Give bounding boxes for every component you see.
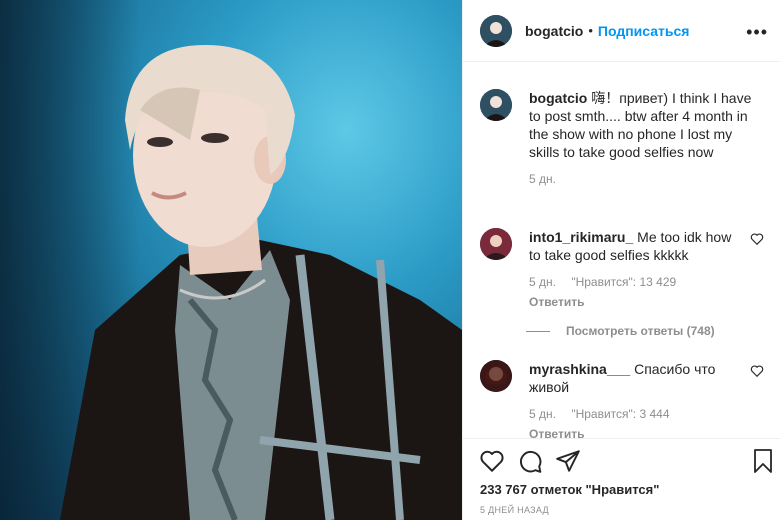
comment-item: into1_rikimaru_ Me too idk how to take g… bbox=[480, 228, 770, 311]
comment-icon[interactable] bbox=[517, 448, 543, 474]
post-side-panel: bogatcio • Подписаться ••• bogatcio 嗨！пр… bbox=[463, 0, 780, 520]
comments-list[interactable]: bogatcio 嗨！привет) I think I have to pos… bbox=[463, 62, 780, 438]
comment-item: myrashkina___ Спасибо что живой 5 дн. "Н… bbox=[480, 360, 770, 438]
avatar[interactable] bbox=[480, 14, 512, 47]
reply-button[interactable]: Ответить bbox=[529, 425, 735, 438]
heart-icon[interactable] bbox=[750, 364, 764, 378]
likes-count[interactable]: 233 767 отметок "Нравится" bbox=[480, 482, 659, 497]
header-username[interactable]: bogatcio bbox=[525, 23, 583, 39]
view-replies-label: Посмотреть ответы (748) bbox=[566, 324, 715, 338]
avatar[interactable] bbox=[480, 89, 512, 121]
portrait-illustration bbox=[60, 45, 462, 520]
comment-username[interactable]: myrashkina___ bbox=[529, 361, 630, 377]
post-header: bogatcio • Подписаться ••• bbox=[463, 0, 780, 62]
like-heart-icon[interactable] bbox=[479, 448, 505, 474]
avatar[interactable] bbox=[480, 228, 512, 260]
caption: bogatcio 嗨！привет) I think I have to pos… bbox=[480, 89, 770, 188]
comment-time[interactable]: 5 дн. bbox=[529, 407, 556, 421]
separator-dot: • bbox=[588, 23, 593, 38]
replies-line bbox=[526, 330, 550, 332]
reply-button[interactable]: Ответить bbox=[529, 293, 735, 311]
avatar[interactable] bbox=[480, 360, 512, 392]
bookmark-icon[interactable] bbox=[751, 448, 775, 474]
post-photo[interactable] bbox=[0, 0, 462, 520]
caption-time[interactable]: 5 дн. bbox=[529, 170, 765, 188]
follow-button[interactable]: Подписаться bbox=[598, 23, 690, 39]
comment-meta: 5 дн. "Нравится": 13 429 bbox=[529, 273, 735, 291]
comment-username[interactable]: into1_rikimaru_ bbox=[529, 229, 633, 245]
comment-meta: 5 дн. "Нравится": 3 444 bbox=[529, 405, 735, 423]
instagram-post: bogatcio • Подписаться ••• bogatcio 嗨！пр… bbox=[0, 0, 780, 520]
caption-username[interactable]: bogatcio bbox=[529, 90, 587, 106]
heart-icon[interactable] bbox=[750, 232, 764, 246]
comment-likes[interactable]: "Нравится": 13 429 bbox=[571, 275, 676, 289]
comment-likes[interactable]: "Нравится": 3 444 bbox=[571, 407, 669, 421]
view-replies-button[interactable]: Посмотреть ответы (748) bbox=[526, 324, 715, 338]
comment-time[interactable]: 5 дн. bbox=[529, 275, 556, 289]
share-icon[interactable] bbox=[555, 448, 581, 474]
post-time[interactable]: 5 ДНЕЙ НАЗАД bbox=[480, 505, 549, 515]
ellipsis-icon[interactable]: ••• bbox=[746, 22, 768, 43]
action-bar bbox=[463, 438, 780, 482]
